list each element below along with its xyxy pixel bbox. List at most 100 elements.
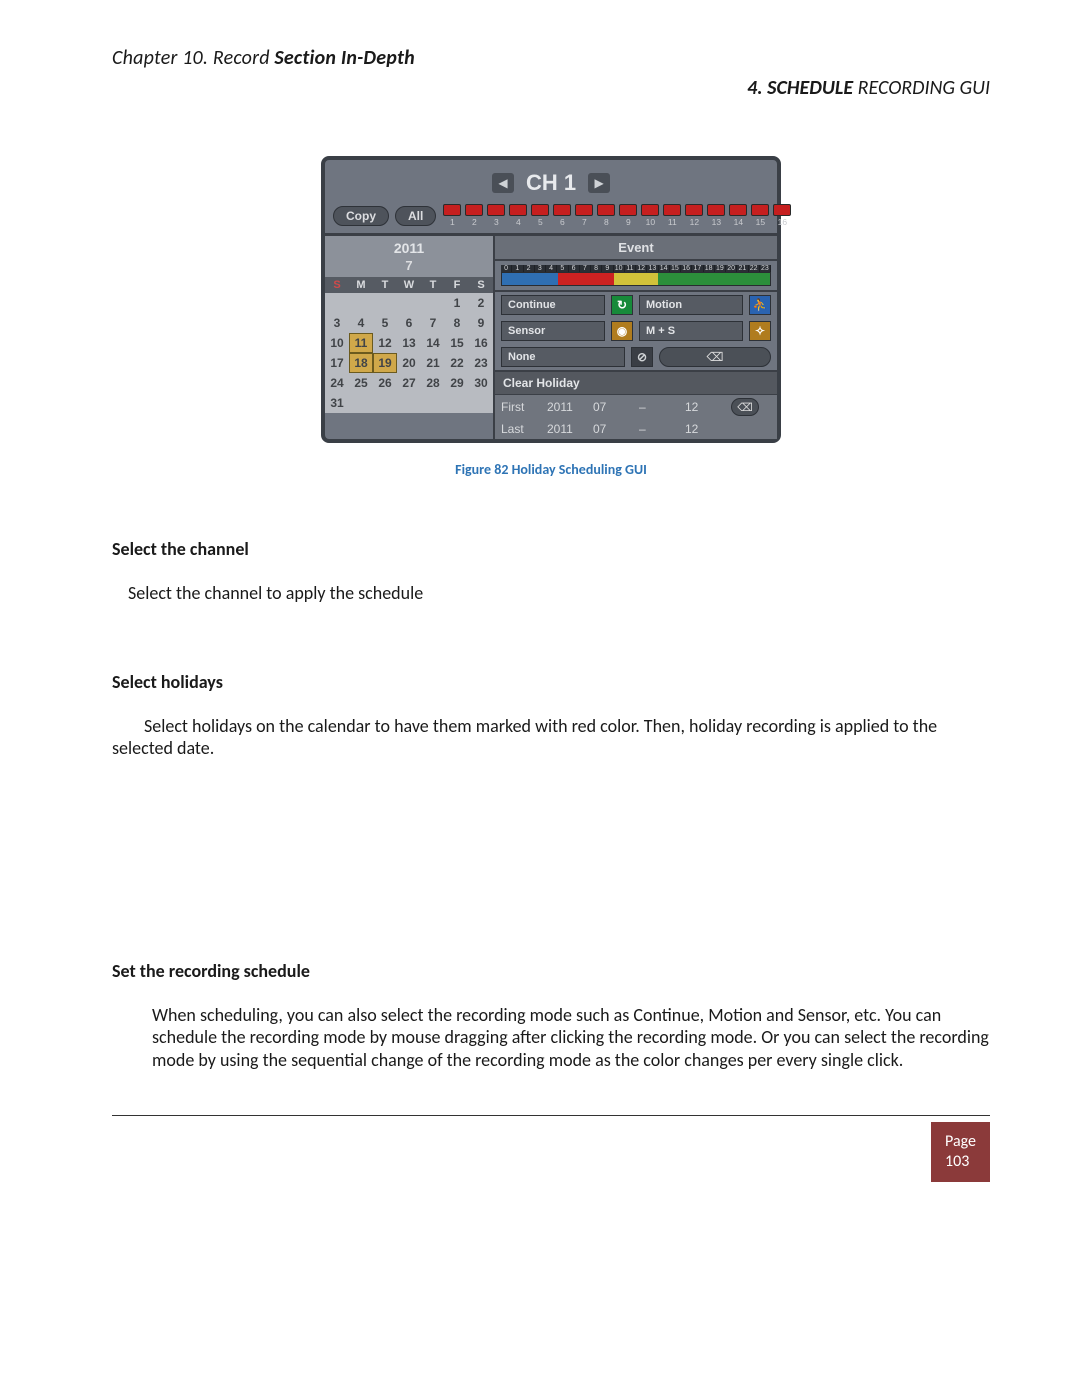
hour-segment[interactable] xyxy=(614,273,625,285)
channel-led[interactable] xyxy=(465,204,483,216)
calendar-day[interactable]: 6 xyxy=(397,313,421,333)
calendar-day[interactable]: 8 xyxy=(445,313,469,333)
hour-segment[interactable] xyxy=(524,273,535,285)
calendar-day[interactable]: 15 xyxy=(445,333,469,353)
calendar-day[interactable]: 22 xyxy=(445,353,469,373)
calendar-day[interactable]: 11 xyxy=(349,333,373,353)
hour-segment[interactable] xyxy=(670,273,681,285)
channel-led[interactable] xyxy=(641,204,659,216)
hour-segment[interactable] xyxy=(703,273,714,285)
hour-segment[interactable] xyxy=(569,273,580,285)
calendar-day xyxy=(397,293,421,313)
mode-none-button[interactable]: None xyxy=(501,347,625,367)
calendar-day[interactable]: 27 xyxy=(397,373,421,393)
first-year[interactable]: 2011 xyxy=(547,400,587,414)
last-sep: – xyxy=(639,422,679,436)
calendar-day[interactable]: 17 xyxy=(325,353,349,373)
hour-segment[interactable] xyxy=(502,273,513,285)
mode-continue-button[interactable]: Continue xyxy=(501,295,605,315)
channel-led[interactable] xyxy=(751,204,769,216)
channel-led[interactable] xyxy=(509,204,527,216)
calendar-day[interactable]: 9 xyxy=(469,313,493,333)
hour-segment[interactable] xyxy=(748,273,759,285)
hour-segment[interactable] xyxy=(636,273,647,285)
calendar-day[interactable]: 14 xyxy=(421,333,445,353)
last-year[interactable]: 2011 xyxy=(547,422,587,436)
channel-led[interactable] xyxy=(707,204,725,216)
calendar-day[interactable]: 19 xyxy=(373,353,397,373)
hour-segment[interactable] xyxy=(714,273,725,285)
hour-segment[interactable] xyxy=(513,273,524,285)
first-day[interactable]: 12 xyxy=(685,400,725,414)
channel-led[interactable] xyxy=(487,204,505,216)
channel-led[interactable] xyxy=(597,204,615,216)
first-month[interactable]: 07 xyxy=(593,400,633,414)
channel-led[interactable] xyxy=(531,204,549,216)
calendar-day[interactable]: 3 xyxy=(325,313,349,333)
calendar-day[interactable]: 2 xyxy=(469,293,493,313)
mode-ms-button[interactable]: M + S xyxy=(639,321,743,341)
mode-motion-button[interactable]: Motion xyxy=(639,295,743,315)
calendar-day[interactable]: 23 xyxy=(469,353,493,373)
channel-led[interactable] xyxy=(685,204,703,216)
calendar-day[interactable]: 12 xyxy=(373,333,397,353)
hour-segment[interactable] xyxy=(692,273,703,285)
hour-segment[interactable] xyxy=(625,273,636,285)
calendar-day[interactable]: 4 xyxy=(349,313,373,333)
hour-segment[interactable] xyxy=(603,273,614,285)
channel-next-button[interactable]: ▶ xyxy=(588,173,610,193)
hour-segment[interactable] xyxy=(536,273,547,285)
page-word: Page xyxy=(945,1132,976,1151)
calendar-day[interactable]: 31 xyxy=(325,393,349,413)
hour-segment[interactable] xyxy=(580,273,591,285)
hour-segment[interactable] xyxy=(558,273,569,285)
hour-segment[interactable] xyxy=(547,273,558,285)
last-month[interactable]: 07 xyxy=(593,422,633,436)
calendar-day[interactable]: 1 xyxy=(445,293,469,313)
copy-button[interactable]: Copy xyxy=(333,206,389,226)
channel-led[interactable] xyxy=(553,204,571,216)
calendar-day[interactable]: 21 xyxy=(421,353,445,373)
holiday-last-row: Last 2011 07 – 12 xyxy=(495,419,777,439)
mode-clear-button[interactable]: ⌫ xyxy=(659,347,771,367)
hour-segment[interactable] xyxy=(725,273,736,285)
channel-led[interactable] xyxy=(575,204,593,216)
hour-segment[interactable] xyxy=(658,273,669,285)
all-button[interactable]: All xyxy=(395,206,436,226)
holiday-delete-button[interactable]: ⌫ xyxy=(731,398,759,416)
calendar-day[interactable]: 28 xyxy=(421,373,445,393)
hour-segment[interactable] xyxy=(737,273,748,285)
calendar-day[interactable]: 7 xyxy=(421,313,445,333)
calendar-day[interactable]: 10 xyxy=(325,333,349,353)
calendar-day[interactable]: 20 xyxy=(397,353,421,373)
channel-led[interactable] xyxy=(773,204,791,216)
channel-led-num: 11 xyxy=(668,217,677,227)
channel-led[interactable] xyxy=(619,204,637,216)
calendar-day[interactable]: 26 xyxy=(373,373,397,393)
calendar-day[interactable]: 5 xyxy=(373,313,397,333)
ms-icon: ✧ xyxy=(749,321,771,341)
hour-segment[interactable] xyxy=(591,273,602,285)
calendar-day[interactable]: 30 xyxy=(469,373,493,393)
calendar-day[interactable]: 13 xyxy=(397,333,421,353)
hour-segment[interactable] xyxy=(681,273,692,285)
calendar-day[interactable]: 29 xyxy=(445,373,469,393)
hour-segment[interactable] xyxy=(647,273,658,285)
section-2-text: Select holidays on the calendar to have … xyxy=(112,715,990,760)
calendar-day[interactable]: 24 xyxy=(325,373,349,393)
calendar-dow: F xyxy=(445,277,469,293)
hour-segments[interactable] xyxy=(501,272,771,286)
calendar-day[interactable]: 25 xyxy=(349,373,373,393)
channel-prev-button[interactable]: ◀ xyxy=(492,173,514,193)
section-2-heading: Select holidays xyxy=(112,671,990,693)
hour-segment[interactable] xyxy=(759,273,770,285)
calendar-day[interactable]: 18 xyxy=(349,353,373,373)
channel-led[interactable] xyxy=(729,204,747,216)
sensor-icon: ◉ xyxy=(611,321,633,341)
mode-sensor-button[interactable]: Sensor xyxy=(501,321,605,341)
channel-led[interactable] xyxy=(663,204,681,216)
channel-led[interactable] xyxy=(443,204,461,216)
calendar-day[interactable]: 16 xyxy=(469,333,493,353)
channel-led-num: 16 xyxy=(778,217,787,227)
last-day[interactable]: 12 xyxy=(685,422,725,436)
